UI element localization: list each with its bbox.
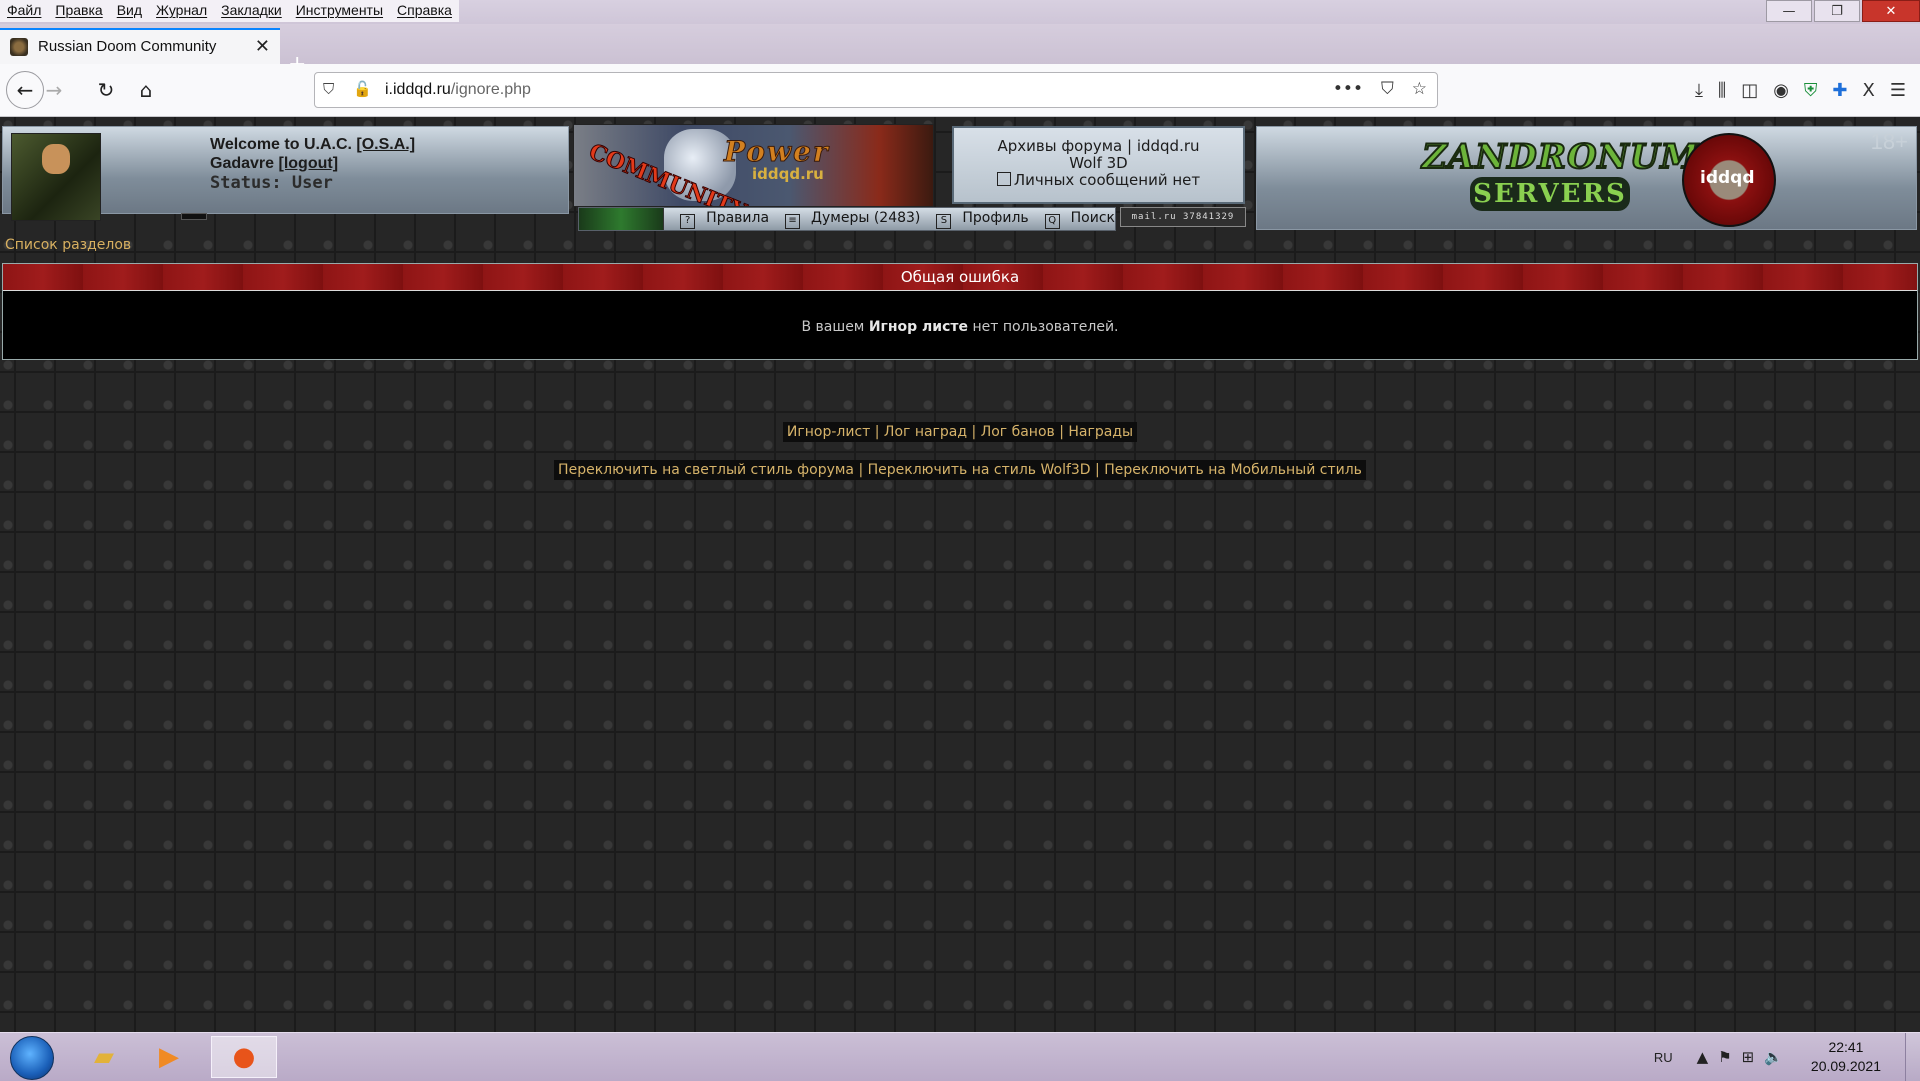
forum-nav: ? Правила ≡ Думеры (2483) S Профиль Q Поиск [578, 207, 1116, 231]
welcome-text: Welcome to U.A.C. [210, 136, 352, 153]
library-icon[interactable]: ⫼ [1718, 80, 1726, 101]
taskbar: ▰ ▶ ● RU ▲ ⚑ ⊞ 🔈 22:41 20.09.2021 [0, 1032, 1920, 1081]
online-indicator [181, 213, 207, 220]
bans-log-link[interactable]: Лог банов [981, 424, 1055, 440]
style-links: Переключить на светлый стиль форума | Пе… [0, 459, 1920, 480]
menu-history[interactable]: Журнал [149, 0, 214, 22]
extension-x-icon[interactable]: X [1863, 80, 1875, 101]
logo-site: iddqd.ru [752, 165, 824, 183]
account-icon[interactable]: ◉ [1773, 80, 1789, 101]
footer-links: Игнор-лист | Лог наград | Лог банов | На… [0, 421, 1920, 442]
awards-link[interactable]: Награды [1068, 424, 1133, 440]
mobile-style-link[interactable]: Переключить на Мобильный стиль [1104, 462, 1362, 478]
menu-bookmarks[interactable]: Закладки [214, 0, 289, 22]
tracking-shield-icon[interactable]: ⛉ [323, 80, 334, 98]
tray-expand-icon[interactable]: ▲ [1697, 1048, 1709, 1066]
menu-tools[interactable]: Инструменты [289, 0, 390, 22]
nav-profile[interactable]: S Профиль [928, 210, 1029, 229]
page-actions-icon[interactable]: ••• [1333, 79, 1363, 99]
explorer-folder-icon[interactable]: ▰ [75, 1036, 133, 1078]
minimize-button[interactable]: — [1766, 0, 1812, 22]
background-pattern [0, 117, 1920, 1032]
user-status: Status: User [210, 173, 333, 193]
clock[interactable]: 22:41 20.09.2021 [1811, 1038, 1881, 1076]
pocket-icon[interactable]: ⛉ [1381, 79, 1394, 99]
maximize-button[interactable]: ❐ [1814, 0, 1860, 22]
start-button[interactable] [10, 1036, 54, 1080]
archive-link[interactable]: Архивы форума | iddqd.ru [954, 138, 1243, 155]
menu-bar: Файл Правка Вид Журнал Закладки Инструме… [0, 0, 1920, 24]
volume-icon[interactable]: 🔈 [1764, 1048, 1783, 1066]
nav-search[interactable]: Q Поиск [1037, 210, 1115, 229]
clock-time: 22:41 [1828, 1039, 1864, 1055]
nav-rules[interactable]: ? Правила [672, 210, 769, 229]
private-messages[interactable]: Личных сообщений нет [954, 172, 1243, 189]
tab-close-icon[interactable]: ✕ [255, 36, 270, 57]
tab-title: Russian Doom Community [38, 38, 217, 55]
wolf3d-link[interactable]: Wolf 3D [954, 155, 1243, 172]
back-icon[interactable]: ← [6, 71, 44, 109]
awards-log-link[interactable]: Лог наград [884, 424, 967, 440]
insecure-lock-icon[interactable]: 🔓 [353, 80, 372, 98]
error-title: Общая ошибка [3, 264, 1917, 291]
archive-box: Архивы форума | iddqd.ru Wolf 3D Личных … [952, 126, 1245, 204]
doom-power-logo[interactable]: Power iddqd.ru COMMUNITY [573, 124, 934, 207]
error-message: В вашем Игнор листе нет пользователей. [801, 319, 1119, 335]
unit-link[interactable]: [O.S.A.] [356, 136, 415, 153]
downloads-icon[interactable]: ⤓ [1695, 80, 1703, 101]
extension-shield-icon[interactable]: ⛨ [1804, 80, 1818, 101]
action-center-flag-icon[interactable]: ⚑ [1718, 1048, 1731, 1066]
media-player-icon[interactable]: ▶ [140, 1036, 198, 1078]
firefox-icon[interactable]: ● [211, 1036, 277, 1078]
community-banner-strip [579, 208, 665, 230]
help-icon: ? [680, 213, 696, 229]
ignore-list-link[interactable]: Игнор-лист [787, 424, 870, 440]
network-icon[interactable]: ⊞ [1742, 1048, 1755, 1066]
servers-title: SERVERS [1470, 177, 1630, 211]
menu-edit[interactable]: Правка [48, 0, 109, 22]
hamburger-menu-icon[interactable]: ☰ [1890, 80, 1906, 101]
logout-link[interactable]: [logout] [279, 155, 339, 172]
sidebar-icon[interactable]: ◫ [1741, 80, 1758, 101]
tab-strip: Russian Doom Community ✕ + [0, 24, 1920, 77]
menu-view[interactable]: Вид [110, 0, 149, 22]
breadcrumb[interactable]: Список разделов [5, 237, 131, 253]
banner-panel: ZANDRONUM SERVERS iddqd 18+ [1256, 126, 1917, 230]
clock-date: 20.09.2021 [1810, 1058, 1881, 1074]
list-icon: ≡ [785, 213, 801, 229]
welcome-block: Welcome to U.A.C. [O.S.A.] Gadavre [logo… [210, 135, 415, 173]
menu-file[interactable]: Файл [0, 0, 48, 22]
logo-word: Power [724, 135, 830, 169]
wolf3d-style-link[interactable]: Переключить на стиль Wolf3D [868, 462, 1091, 478]
tab-russian-doom-community[interactable]: Russian Doom Community ✕ [0, 28, 280, 64]
site-favicon-icon [10, 38, 28, 56]
page-content: Welcome to U.A.C. [O.S.A.] Gadavre [logo… [0, 117, 1920, 1032]
system-tray: RU ▲ ⚑ ⊞ 🔈 22:41 20.09.2021 [1654, 1033, 1920, 1081]
forward-icon[interactable]: → [40, 76, 68, 104]
url-bar[interactable]: ⛉ 🔓 i.iddqd.ru/ignore.php ••• ⛉ ☆ [314, 72, 1438, 108]
profile-icon: S [936, 213, 952, 229]
age-rating: 18+ [1870, 129, 1908, 154]
menu-help[interactable]: Справка [390, 0, 459, 22]
clan-badge-icon: iddqd [1682, 133, 1776, 227]
bookmark-star-icon[interactable]: ☆ [1412, 79, 1427, 99]
light-style-link[interactable]: Переключить на светлый стиль форума [558, 462, 854, 478]
envelope-icon [996, 172, 1011, 186]
extension-puzzle-icon[interactable]: ✚ [1832, 80, 1847, 101]
error-box: Общая ошибка В вашем Игнор листе нет пол… [2, 263, 1918, 360]
mailru-counter[interactable]: mail.ru 37841329 [1120, 207, 1246, 227]
window-close-button[interactable]: ✕ [1862, 0, 1920, 22]
zandronum-title: ZANDRONUM [1421, 136, 1699, 178]
language-indicator[interactable]: RU [1654, 1050, 1673, 1065]
user-panel: Welcome to U.A.C. [O.S.A.] Gadavre [logo… [2, 126, 569, 221]
username: Gadavre [210, 155, 275, 172]
show-desktop-button[interactable] [1905, 1033, 1920, 1081]
nav-doomers[interactable]: ≡ Думеры (2483) [777, 210, 920, 229]
search-icon: Q [1044, 213, 1060, 229]
avatar[interactable] [11, 133, 101, 221]
home-icon[interactable]: ⌂ [132, 76, 160, 104]
reload-icon[interactable]: ↻ [92, 76, 120, 104]
navigation-toolbar: ← → ↻ ⌂ ⛉ 🔓 i.iddqd.ru/ignore.php ••• ⛉ … [0, 64, 1920, 117]
url-text[interactable]: i.iddqd.ru/ignore.php [385, 81, 531, 99]
